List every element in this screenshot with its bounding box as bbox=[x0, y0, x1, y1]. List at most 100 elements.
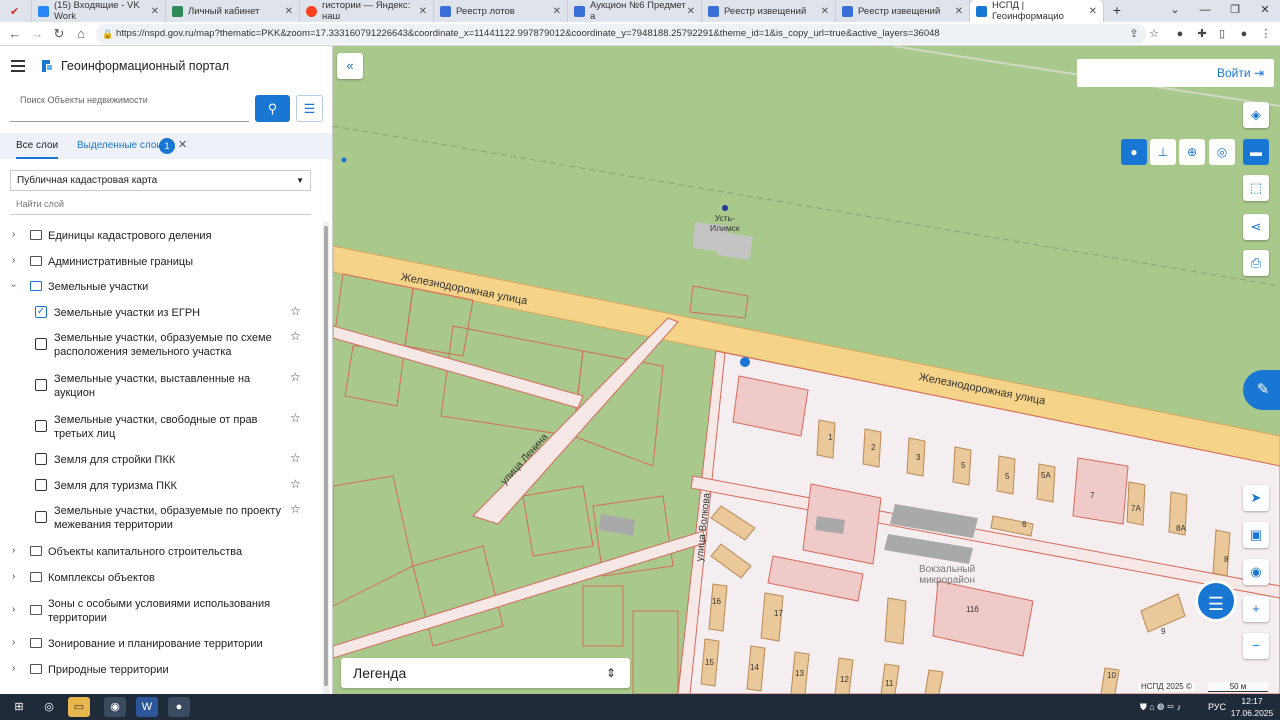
chevron-right-icon[interactable]: › bbox=[12, 604, 15, 615]
tab-auction[interactable]: Аукцион №6 Предмет а ✕ bbox=[568, 0, 702, 22]
filter-button[interactable]: ☰ bbox=[296, 95, 323, 122]
chevron-right-icon[interactable]: › bbox=[12, 637, 15, 648]
line-tool-button[interactable]: ⊥ bbox=[1150, 139, 1176, 165]
map-type-select[interactable]: Публичная кадастровая карта ▼ bbox=[10, 170, 311, 191]
close-icon[interactable]: ✕ bbox=[285, 6, 293, 17]
clock[interactable]: 12:17 17.06.2025 bbox=[1228, 695, 1276, 719]
chevron-right-icon[interactable]: › bbox=[12, 545, 15, 556]
new-tab-button[interactable]: + bbox=[1108, 2, 1126, 20]
chevron-right-icon[interactable]: › bbox=[12, 255, 15, 266]
favorite-star-icon[interactable]: ☆ bbox=[290, 304, 301, 318]
browser-app-icon[interactable]: ◎ bbox=[38, 697, 60, 717]
tab-search-chevron-icon[interactable]: ⌄ bbox=[1160, 0, 1190, 22]
collapse-sidebar-button[interactable]: « bbox=[337, 53, 363, 79]
zoom-in-button[interactable]: + bbox=[1243, 596, 1269, 622]
checkbox[interactable] bbox=[35, 420, 47, 432]
favorite-star-icon[interactable]: ☆ bbox=[290, 411, 301, 425]
app-icon[interactable]: ● bbox=[168, 697, 190, 717]
layer-label: Земельные участки, свободные от прав тре… bbox=[54, 414, 258, 440]
sidebar-scrollbar[interactable] bbox=[323, 222, 329, 694]
tab-yandex[interactable]: гистории — Яндекс: наш ✕ bbox=[300, 0, 434, 22]
checkbox[interactable] bbox=[35, 511, 47, 523]
bookmark-star-icon[interactable]: ☆ bbox=[1146, 26, 1162, 42]
tab-notices-2[interactable]: Реестр извещений ✕ bbox=[836, 0, 970, 22]
help-button[interactable]: ✎ bbox=[1243, 370, 1280, 410]
login-button[interactable]: Войти ⇥ bbox=[1077, 59, 1274, 87]
favorite-star-icon[interactable]: ☆ bbox=[290, 329, 301, 343]
print-button[interactable]: ⎙ bbox=[1243, 250, 1269, 276]
close-icon[interactable]: ✕ bbox=[955, 6, 963, 17]
expand-collapse-icon[interactable]: ⇕ bbox=[606, 658, 616, 688]
ruler-button[interactable]: ▬ bbox=[1243, 139, 1269, 165]
tab-nspd[interactable]: НСПД | Геоинформацио ✕ bbox=[970, 0, 1104, 22]
reload-button[interactable]: ↻ bbox=[50, 25, 68, 43]
navigate-button[interactable]: ➤ bbox=[1243, 485, 1269, 511]
back-button[interactable]: ← bbox=[6, 25, 24, 43]
windows-start-icon[interactable]: ⊞ bbox=[8, 697, 30, 717]
chevron-right-icon[interactable]: › bbox=[12, 571, 15, 582]
close-icon[interactable]: ✕ bbox=[821, 6, 829, 17]
close-window-button[interactable]: ✕ bbox=[1250, 0, 1280, 22]
layers-button[interactable]: ◈ bbox=[1243, 102, 1269, 128]
close-icon[interactable]: ✕ bbox=[419, 6, 427, 17]
tab-notices-1[interactable]: Реестр извещений ✕ bbox=[702, 0, 836, 22]
chevron-right-icon[interactable]: › bbox=[12, 229, 15, 240]
tab-selected-layers[interactable]: Выделенные слои bbox=[77, 133, 162, 159]
maximize-button[interactable]: ❐ bbox=[1220, 0, 1250, 22]
profile-icon[interactable]: ● bbox=[1236, 26, 1252, 42]
checkbox[interactable] bbox=[35, 479, 47, 491]
checkbox[interactable] bbox=[35, 338, 47, 350]
map-canvas[interactable]: Усть- Илимск Железнодорожная улица Железн… bbox=[333, 46, 1280, 694]
search-button[interactable]: ⚲ bbox=[255, 95, 290, 122]
tab-lots[interactable]: Реестр лотов ✕ bbox=[434, 0, 568, 22]
forward-button[interactable]: → bbox=[28, 25, 46, 43]
language-indicator[interactable]: РУС bbox=[1208, 694, 1226, 720]
checkbox[interactable] bbox=[35, 453, 47, 465]
chrome-app-icon[interactable]: ◉ bbox=[104, 697, 126, 717]
tab-all-layers[interactable]: Все слои bbox=[16, 133, 59, 159]
favorite-star-icon[interactable]: ☆ bbox=[290, 451, 301, 465]
share-icon[interactable]: ⇪ bbox=[1126, 26, 1142, 42]
radius-tool-button[interactable]: ◎ bbox=[1209, 139, 1235, 165]
chat-button[interactable]: ☰ bbox=[1195, 580, 1237, 622]
file-explorer-icon[interactable]: ▭ bbox=[68, 697, 90, 717]
favorite-star-icon[interactable]: ☆ bbox=[290, 477, 301, 491]
search-input[interactable]: Поиск Объекты недвижимости bbox=[10, 95, 249, 122]
close-icon[interactable]: ✕ bbox=[553, 6, 561, 17]
scrollbar-thumb[interactable] bbox=[324, 226, 328, 686]
find-layer-input[interactable]: Найти слой bbox=[10, 199, 311, 215]
sidepanel-icon[interactable]: ▯ bbox=[1214, 26, 1230, 42]
checkbox[interactable] bbox=[35, 379, 47, 391]
favorite-star-icon[interactable]: ☆ bbox=[290, 502, 301, 516]
tray-icons[interactable]: ⛊ ⌂ ◍ ▭ ♪ bbox=[1140, 694, 1181, 720]
minimize-button[interactable]: — bbox=[1190, 0, 1220, 22]
area-tool-button[interactable]: ⊕ bbox=[1179, 139, 1205, 165]
select-area-button[interactable]: ⬚ bbox=[1243, 175, 1269, 201]
menu-icon[interactable]: ⋮ bbox=[1258, 26, 1274, 42]
geolocate-button[interactable]: ◉ bbox=[1243, 559, 1269, 585]
plus-icon: + bbox=[1252, 601, 1260, 616]
checkbox-checked[interactable]: ✓ bbox=[35, 306, 47, 318]
close-icon[interactable]: ✕ bbox=[687, 6, 695, 17]
home-button[interactable]: ⌂ bbox=[72, 25, 90, 43]
chevron-right-icon[interactable]: › bbox=[12, 663, 15, 674]
close-icon[interactable]: ✕ bbox=[151, 6, 159, 17]
location-pin-icon bbox=[740, 357, 750, 367]
tab-cabinet[interactable]: Личный кабинет ✕ bbox=[166, 0, 300, 22]
close-icon[interactable]: ✕ bbox=[1089, 6, 1097, 17]
extension-icon[interactable]: ● bbox=[1172, 26, 1188, 42]
chevron-down-icon[interactable]: › bbox=[8, 284, 19, 287]
favorite-star-icon[interactable]: ☆ bbox=[290, 370, 301, 384]
puzzle-icon[interactable]: ✚ bbox=[1194, 26, 1210, 42]
url-field[interactable]: 🔒 https://nspd.gov.ru/map?thematic=PKK&z… bbox=[96, 24, 1146, 44]
minimap-button[interactable]: ▣ bbox=[1243, 522, 1269, 548]
word-app-icon[interactable]: W bbox=[136, 697, 158, 717]
zoom-out-button[interactable]: − bbox=[1243, 633, 1269, 659]
clear-selected-icon[interactable]: ✕ bbox=[178, 138, 187, 151]
legend-panel[interactable]: Легенда ⇕ bbox=[341, 658, 630, 688]
tab-search-icon[interactable]: ✔ bbox=[4, 0, 32, 22]
hamburger-menu-icon[interactable] bbox=[11, 60, 25, 72]
share-button[interactable]: ⋖ bbox=[1243, 214, 1269, 240]
point-tool-button[interactable]: ● bbox=[1121, 139, 1147, 165]
tab-vk-work[interactable]: (15) Входящие - VK Work ✕ bbox=[32, 0, 166, 22]
